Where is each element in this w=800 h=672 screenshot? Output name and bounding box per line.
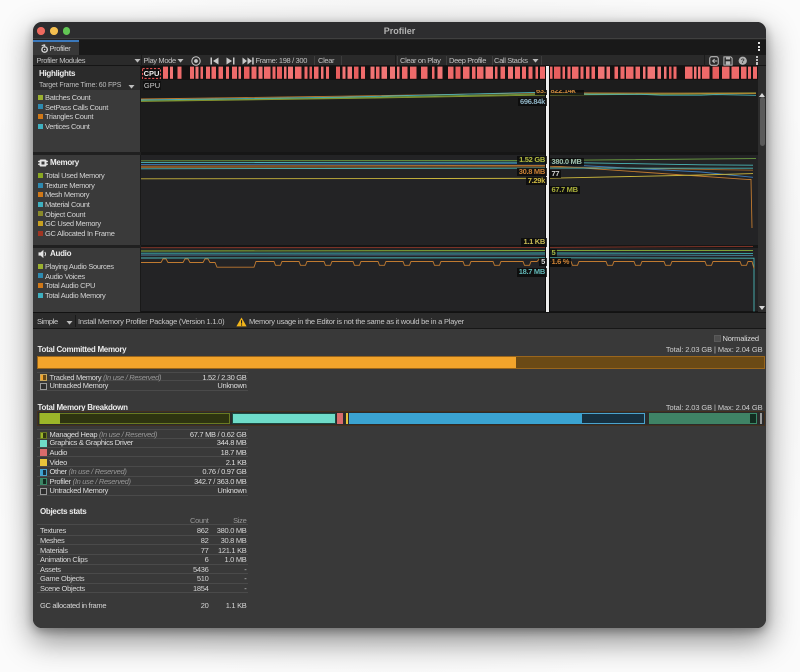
svg-text:?: ? xyxy=(740,58,744,65)
